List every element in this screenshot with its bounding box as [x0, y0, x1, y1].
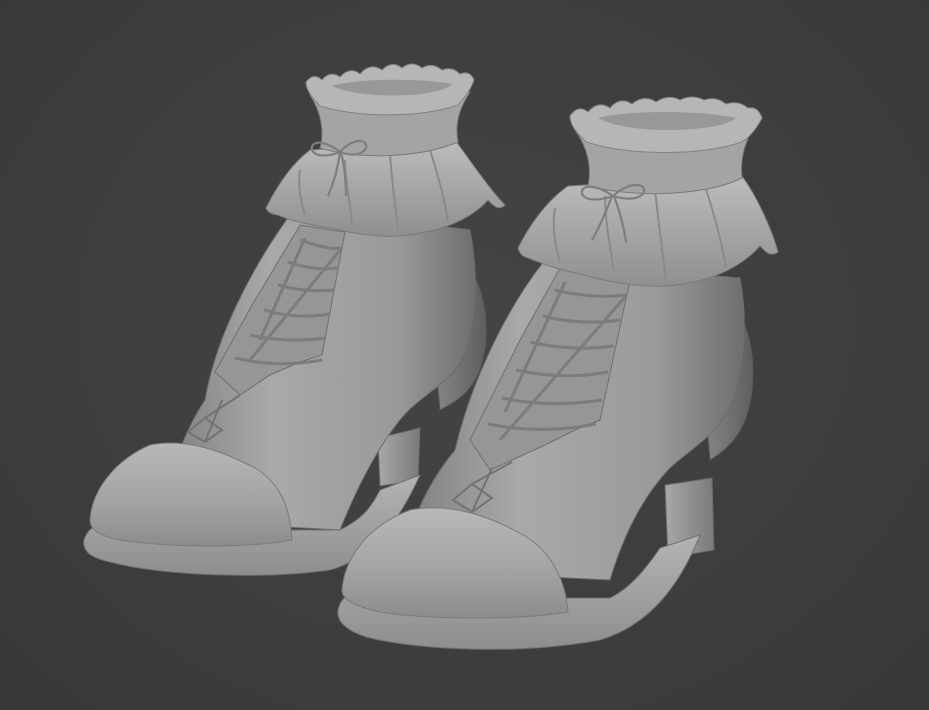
3d-viewport[interactable] [0, 0, 929, 710]
render-canvas [83, 63, 779, 650]
